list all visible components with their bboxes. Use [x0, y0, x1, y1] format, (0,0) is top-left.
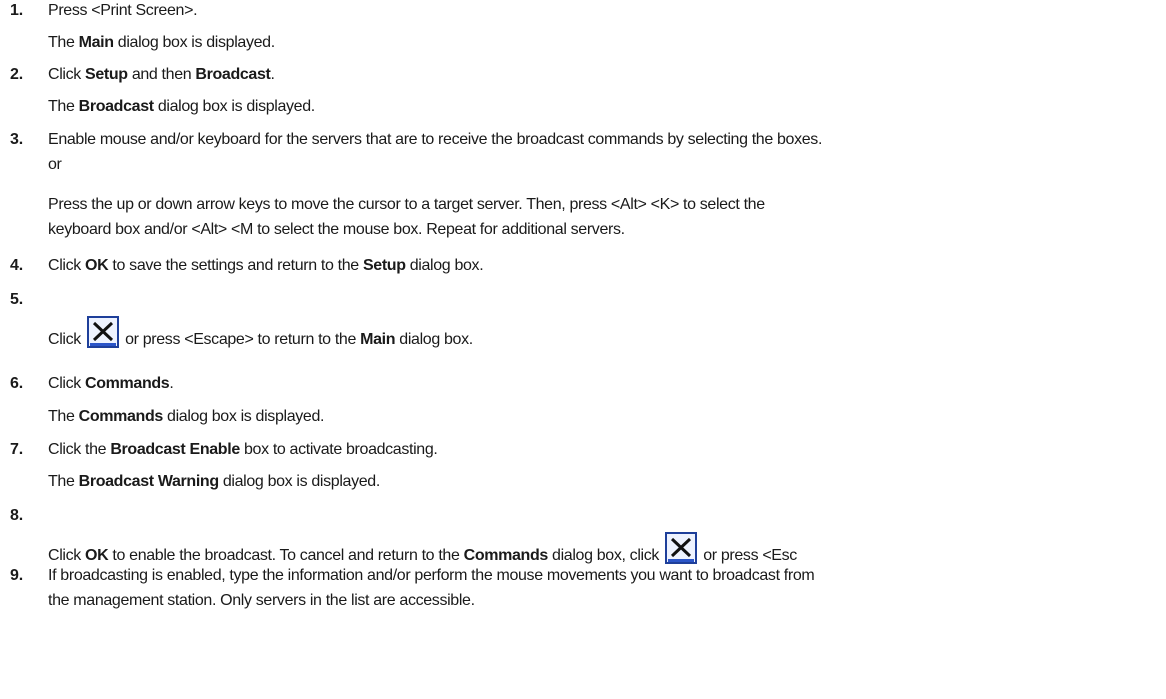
step-number: 5.	[10, 291, 23, 308]
step-paragraph-line: Press the up or down arrow keys to move …	[48, 196, 765, 213]
step-result: The Broadcast dialog box is displayed.	[48, 98, 315, 115]
document: 1. Press <Print Screen>. The Main dialog…	[0, 0, 1166, 699]
step-text: Click Setup and then Broadcast.	[48, 66, 275, 83]
step-text: If broadcasting is enabled, type the inf…	[48, 567, 815, 584]
step-text: the management station. Only servers in …	[48, 592, 475, 609]
step-number: 9.	[10, 567, 23, 584]
step-text: Click the Broadcast Enable box to activa…	[48, 441, 438, 458]
close-icon	[87, 316, 120, 348]
step-number: 4.	[10, 257, 23, 274]
step-text: Click OK to save the settings and return…	[48, 257, 484, 274]
step-text: Press <Print Screen>.	[48, 2, 198, 19]
step-or: or	[48, 156, 62, 173]
step-result: The Commands dialog box is displayed.	[48, 408, 325, 425]
step-number: 6.	[10, 375, 23, 392]
step-number: 7.	[10, 441, 23, 458]
step-number: 8.	[10, 507, 23, 524]
step-number: 1.	[10, 2, 23, 19]
step-text: Enable mouse and/or keyboard for the ser…	[48, 131, 823, 148]
close-icon	[665, 532, 698, 564]
step-text: Click or press <Escape> to return to the…	[48, 316, 473, 349]
step-result: The Broadcast Warning dialog box is disp…	[48, 473, 380, 490]
step-number: 2.	[10, 66, 23, 83]
step-text: Click OK to enable the broadcast. To can…	[48, 532, 797, 565]
step-result: The Main dialog box is displayed.	[48, 34, 275, 51]
step-paragraph-line: keyboard box and/or <Alt> <M to select t…	[48, 221, 625, 238]
step-number: 3.	[10, 131, 23, 148]
step-text: Click Commands.	[48, 375, 174, 392]
